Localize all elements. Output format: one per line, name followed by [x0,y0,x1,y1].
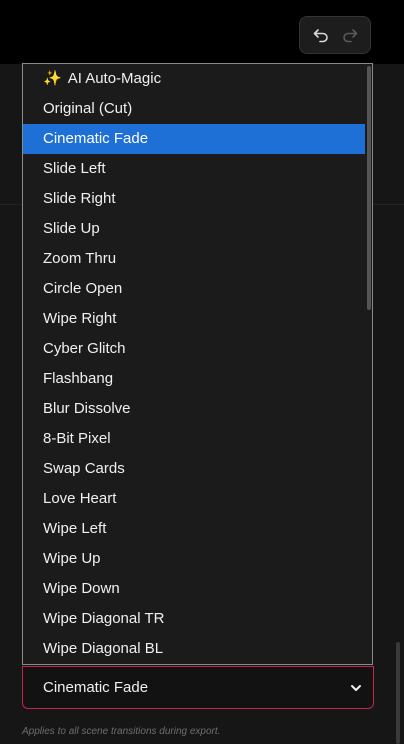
dropdown-option-label: Blur Dissolve [43,400,131,417]
transition-caption: Applies to all scene transitions during … [22,726,221,737]
transition-select[interactable]: Cinematic Fade [22,666,374,709]
dropdown-option-label: Swap Cards [43,460,125,477]
dropdown-option-label: Slide Up [43,220,100,237]
dropdown-option[interactable]: Blur Dissolve [23,394,365,424]
dropdown-scroll-thumb[interactable] [367,66,371,310]
dropdown-option[interactable]: Wipe Diagonal TR [23,604,365,634]
dropdown-option-label: Flashbang [43,370,114,387]
sparkles-icon: ✨ [43,70,62,87]
dropdown-option-label: Wipe Up [43,550,101,567]
dropdown-option-label: Wipe Right [43,310,117,327]
dropdown-option-label: Slide Right [43,190,116,207]
dropdown-option[interactable]: ✨ AI Auto-Magic [23,64,365,94]
chevron-down-icon [351,684,361,691]
transition-select-value: Cinematic Fade [43,679,149,696]
dropdown-option[interactable]: Swap Cards [23,454,365,484]
transition-dropdown-list[interactable]: ✨ AI Auto-Magic Original (Cut) Cinematic Fa… [22,63,373,665]
dropdown-option[interactable]: Wipe Diagonal BL [23,634,365,664]
undo-button[interactable] [310,24,332,46]
dropdown-option[interactable]: Cinematic Fade [23,124,365,154]
dropdown-option[interactable]: 8-Bit Pixel [23,424,365,454]
dropdown-option[interactable]: Cyber Glitch [23,334,365,364]
dropdown-option-label: Cyber Glitch [43,340,126,357]
dropdown-option[interactable]: Slide Up [23,214,365,244]
redo-icon [342,29,357,43]
dropdown-option-label: Slide Left [43,160,106,177]
dropdown-option-label: 8-Bit Pixel [43,430,111,447]
dropdown-option-label: Circle Open [43,280,123,297]
panel-scroll-thumb[interactable] [396,642,400,744]
dropdown-option-label: Wipe Diagonal BL [43,640,164,657]
undo-redo-group [299,16,371,54]
dropdown-option[interactable]: Wipe Up [23,544,365,574]
top-bar [0,0,404,65]
dropdown-option-label: Wipe Down [43,580,120,597]
dropdown-option[interactable]: Wipe Down [23,574,365,604]
dropdown-option-label: Zoom Thru [43,250,117,267]
dropdown-scrollbar[interactable] [365,64,372,664]
dropdown-option[interactable]: Zoom Thru [23,244,365,274]
dropdown-option[interactable]: Slide Left [23,154,365,184]
dropdown-option[interactable]: Flashbang [23,364,365,394]
dropdown-option[interactable]: Wipe Left [23,514,365,544]
dropdown-option-label: Wipe Left [43,520,107,537]
dropdown-option[interactable]: Slide Right [23,184,365,214]
dropdown-option[interactable]: Wipe Right [23,304,365,334]
undo-icon [313,29,328,43]
dropdown-option[interactable]: Original (Cut) [23,94,365,124]
dropdown-option-label: Cinematic Fade [43,130,149,147]
dropdown-option[interactable]: Love Heart [23,484,365,514]
redo-button[interactable] [339,24,361,46]
dropdown-option-label: Original (Cut) [43,100,133,117]
dropdown-option-label: Love Heart [43,490,117,507]
dropdown-option[interactable]: Circle Open [23,274,365,304]
dropdown-option-label: Wipe Diagonal TR [43,610,165,627]
dropdown-option-label: AI Auto-Magic [67,70,162,87]
